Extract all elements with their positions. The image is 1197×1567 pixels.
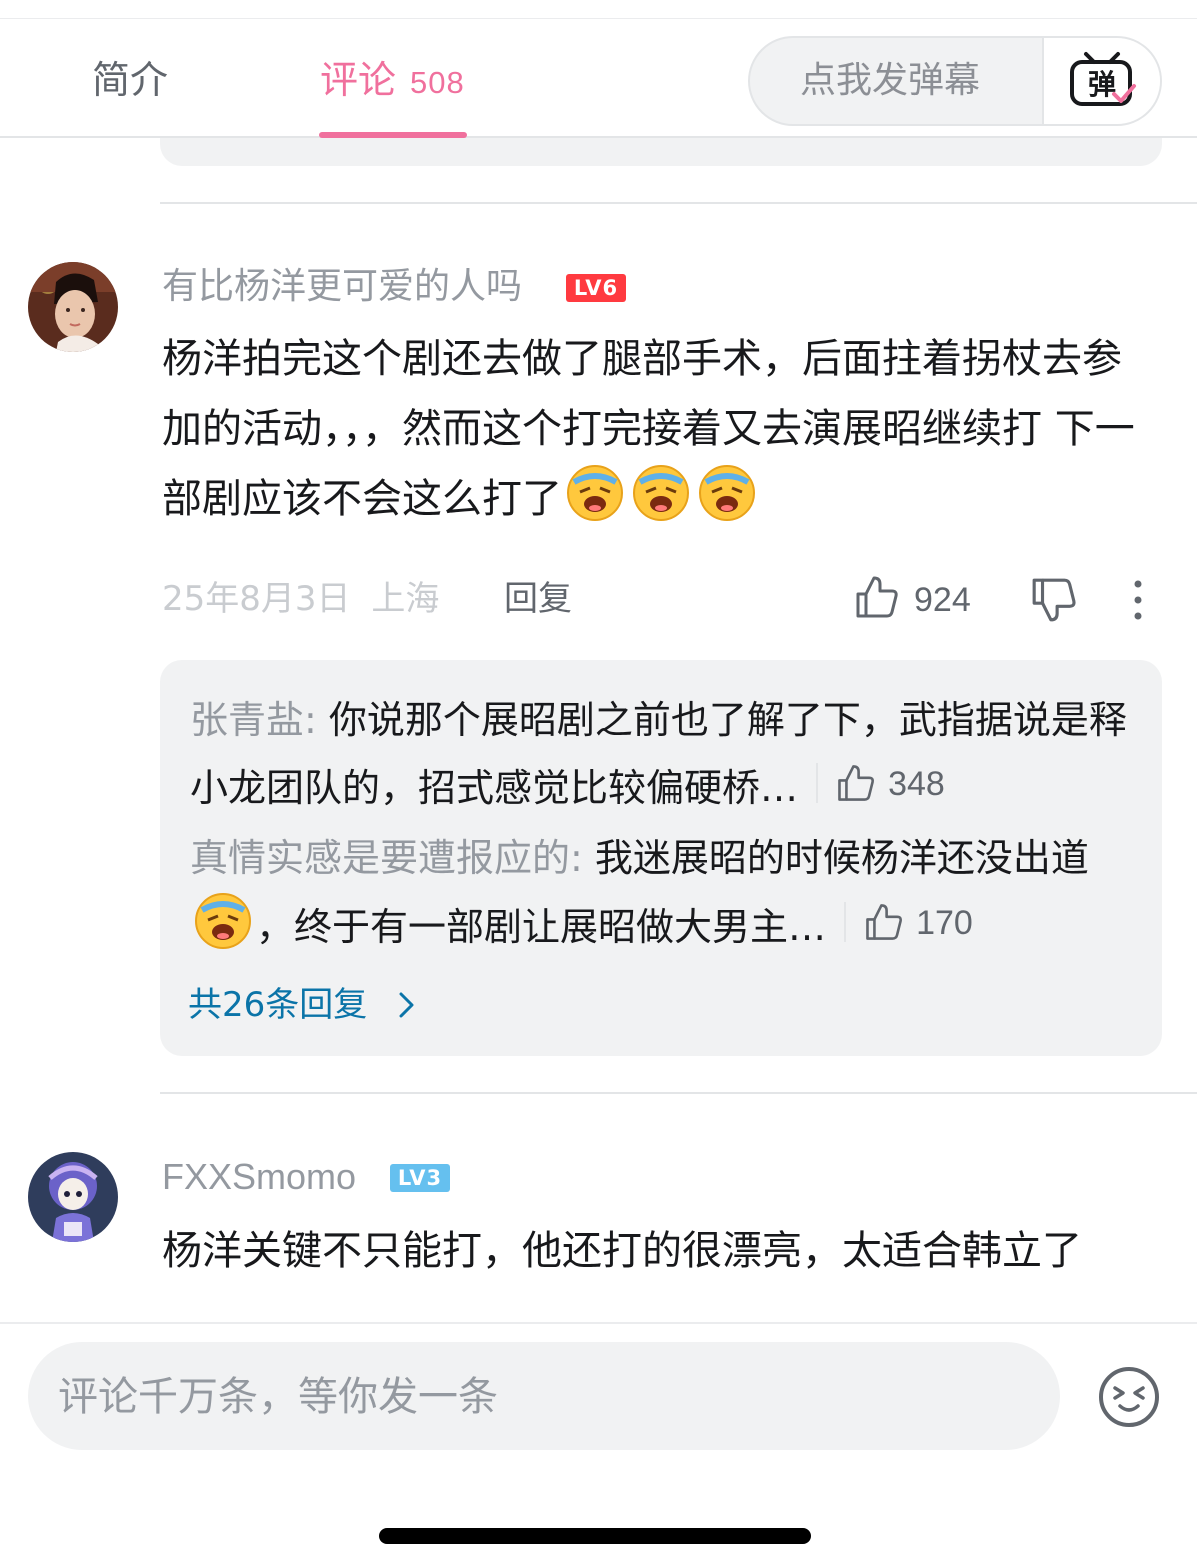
- more-vertical-icon: [1134, 580, 1142, 620]
- thumbs-down-icon: [1032, 578, 1076, 622]
- comment-input-placeholder: 评论千万条，等你发一条: [58, 1374, 498, 1420]
- danmaku-button-glyph: 弹: [1088, 68, 1116, 101]
- status-divider: [0, 18, 1197, 19]
- laughing-crying-emoji-icon: [566, 464, 624, 522]
- thumbs-up-icon: [838, 765, 875, 801]
- like-count: 924: [914, 581, 971, 619]
- view-all-replies-link[interactable]: 共26条回复: [188, 982, 418, 1028]
- comment-location: 上海: [371, 579, 440, 619]
- sub-reply-text: 你说那个展昭剧之前也了解了下，武指据说是释小龙团队的，招式感觉比较偏硬桥…: [190, 698, 1127, 810]
- sub-reply-user[interactable]: 张青盐: [190, 698, 304, 742]
- tab-intro[interactable]: 简介: [92, 56, 168, 104]
- danmaku-toggle-button[interactable]: 弹: [1042, 38, 1160, 124]
- comment-meta: 25年8月3日 上海: [162, 576, 439, 622]
- comment-date: 25年8月3日: [162, 579, 351, 619]
- laughing-crying-emoji-icon: [194, 892, 252, 950]
- bottom-comment-bar: 评论千万条，等你发一条: [0, 1322, 1197, 1567]
- tab-bar: 简介 评论 508 点我发弹幕 弹: [0, 20, 1197, 138]
- danmaku-tv-icon: 弹: [1070, 52, 1136, 106]
- sub-reply-like[interactable]: 348: [816, 763, 945, 803]
- sub-reply-like[interactable]: 170: [844, 902, 973, 942]
- sub-reply-like-count: 348: [888, 765, 945, 803]
- comment-divider: [160, 1092, 1197, 1094]
- replies-box[interactable]: 张青盐: 你说那个展昭剧之前也了解了下，武指据说是释小龙团队的，招式感觉比较偏硬…: [160, 660, 1162, 1056]
- view-all-replies-label: 共26条回复: [188, 985, 368, 1025]
- sub-reply[interactable]: 真情实感是要遭报应的: 我迷展昭的时候杨洋还没出道，终于有一部剧让展昭做大男主……: [190, 824, 1140, 961]
- avatar[interactable]: [28, 262, 118, 352]
- sub-reply-text-continued: ，终于有一部剧让展昭做大男主…: [256, 905, 827, 949]
- more-options-button[interactable]: [1124, 578, 1152, 622]
- emoji-picker-button[interactable]: [1098, 1366, 1160, 1428]
- comment-count: 508: [410, 65, 465, 100]
- tab-comments[interactable]: 评论 508: [320, 56, 465, 107]
- sub-reply[interactable]: 张青盐: 你说那个展昭剧之前也了解了下，武指据说是释小龙团队的，招式感觉比较偏硬…: [190, 686, 1140, 822]
- tab-comments-label: 评论: [320, 58, 397, 102]
- laughing-crying-emoji-icon: [632, 464, 690, 522]
- comment-text: 杨洋拍完这个剧还去做了腿部手术，后面拄着拐杖去参加的活动，，，然而这个打完接着又…: [162, 324, 1152, 534]
- sub-reply-text: 我迷展昭的时候杨洋还没出道: [594, 836, 1089, 880]
- sub-reply-user[interactable]: 真情实感是要遭报应的: [190, 836, 570, 880]
- comment-username[interactable]: 有比杨洋更可爱的人吗: [162, 264, 522, 310]
- level-badge: LV6: [566, 274, 626, 302]
- comment-username[interactable]: FXXSmomo: [162, 1154, 356, 1200]
- comment-text: 杨洋关键不只能打，他还打的很漂亮，太适合韩立了: [162, 1228, 1082, 1274]
- emoji-face-icon: [1099, 1367, 1159, 1427]
- thumbs-up-icon: [866, 904, 903, 940]
- active-tab-indicator: [319, 132, 467, 138]
- reply-button[interactable]: 回复: [504, 576, 572, 622]
- avatar[interactable]: [28, 1152, 118, 1242]
- laughing-crying-emoji-icon: [698, 464, 756, 522]
- thumbs-up-icon: [856, 576, 898, 618]
- danmaku-input[interactable]: 点我发弹幕 弹: [748, 36, 1162, 126]
- danmaku-placeholder: 点我发弹幕: [800, 60, 981, 101]
- comment-divider: [160, 202, 1197, 204]
- comment-input[interactable]: 评论千万条，等你发一条: [28, 1342, 1060, 1450]
- home-indicator: [379, 1528, 811, 1544]
- chevron-right-icon: [399, 992, 414, 1018]
- sub-reply-like-count: 170: [916, 904, 973, 942]
- dislike-button[interactable]: [1030, 576, 1078, 624]
- level-badge: LV3: [390, 1164, 450, 1192]
